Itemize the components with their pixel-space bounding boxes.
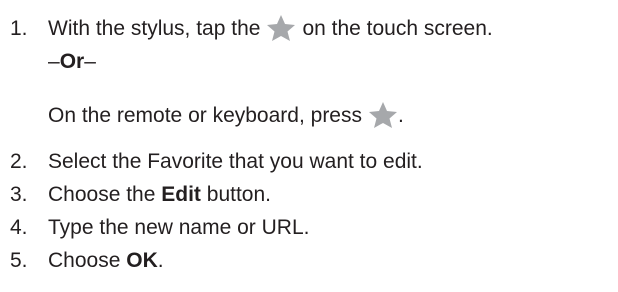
step-text: Choose OK.	[48, 250, 164, 271]
step-number: 1.	[10, 16, 28, 40]
step-1-text-after: on the touch screen.	[302, 16, 493, 40]
step-text: Choose the Edit button.	[48, 184, 271, 205]
step-number: 2.	[10, 149, 28, 173]
step-1-text-before: With the stylus, tap the	[48, 16, 261, 40]
step-number: 5.	[10, 248, 28, 272]
step-text: Type the new name or URL.	[48, 215, 310, 239]
or-word: Or	[59, 49, 85, 73]
alternate-text-after: .	[398, 103, 404, 127]
instructions-document: 1. With the stylus, tap the on the touch…	[0, 0, 618, 292]
step-text: With the stylus, tap the on the touch sc…	[48, 14, 493, 42]
step-5-text-after: .	[157, 248, 164, 272]
step-3-text-before: Choose the	[48, 182, 156, 206]
step-number: 4.	[10, 215, 28, 239]
ok-button-name: OK	[126, 248, 158, 272]
or-dash-left: –	[48, 49, 60, 73]
alternate-text-before: On the remote or keyboard, press	[48, 103, 362, 127]
step-text: Select the Favorite that you want to edi…	[48, 149, 423, 173]
step-number: 3.	[10, 182, 28, 206]
step-3-text-after: button.	[206, 182, 272, 206]
or-dash-right: –	[84, 49, 96, 73]
star-icon	[266, 14, 296, 42]
step-5-text-before: Choose	[48, 248, 121, 272]
edit-button-name: Edit	[161, 182, 201, 206]
star-icon	[368, 101, 398, 129]
